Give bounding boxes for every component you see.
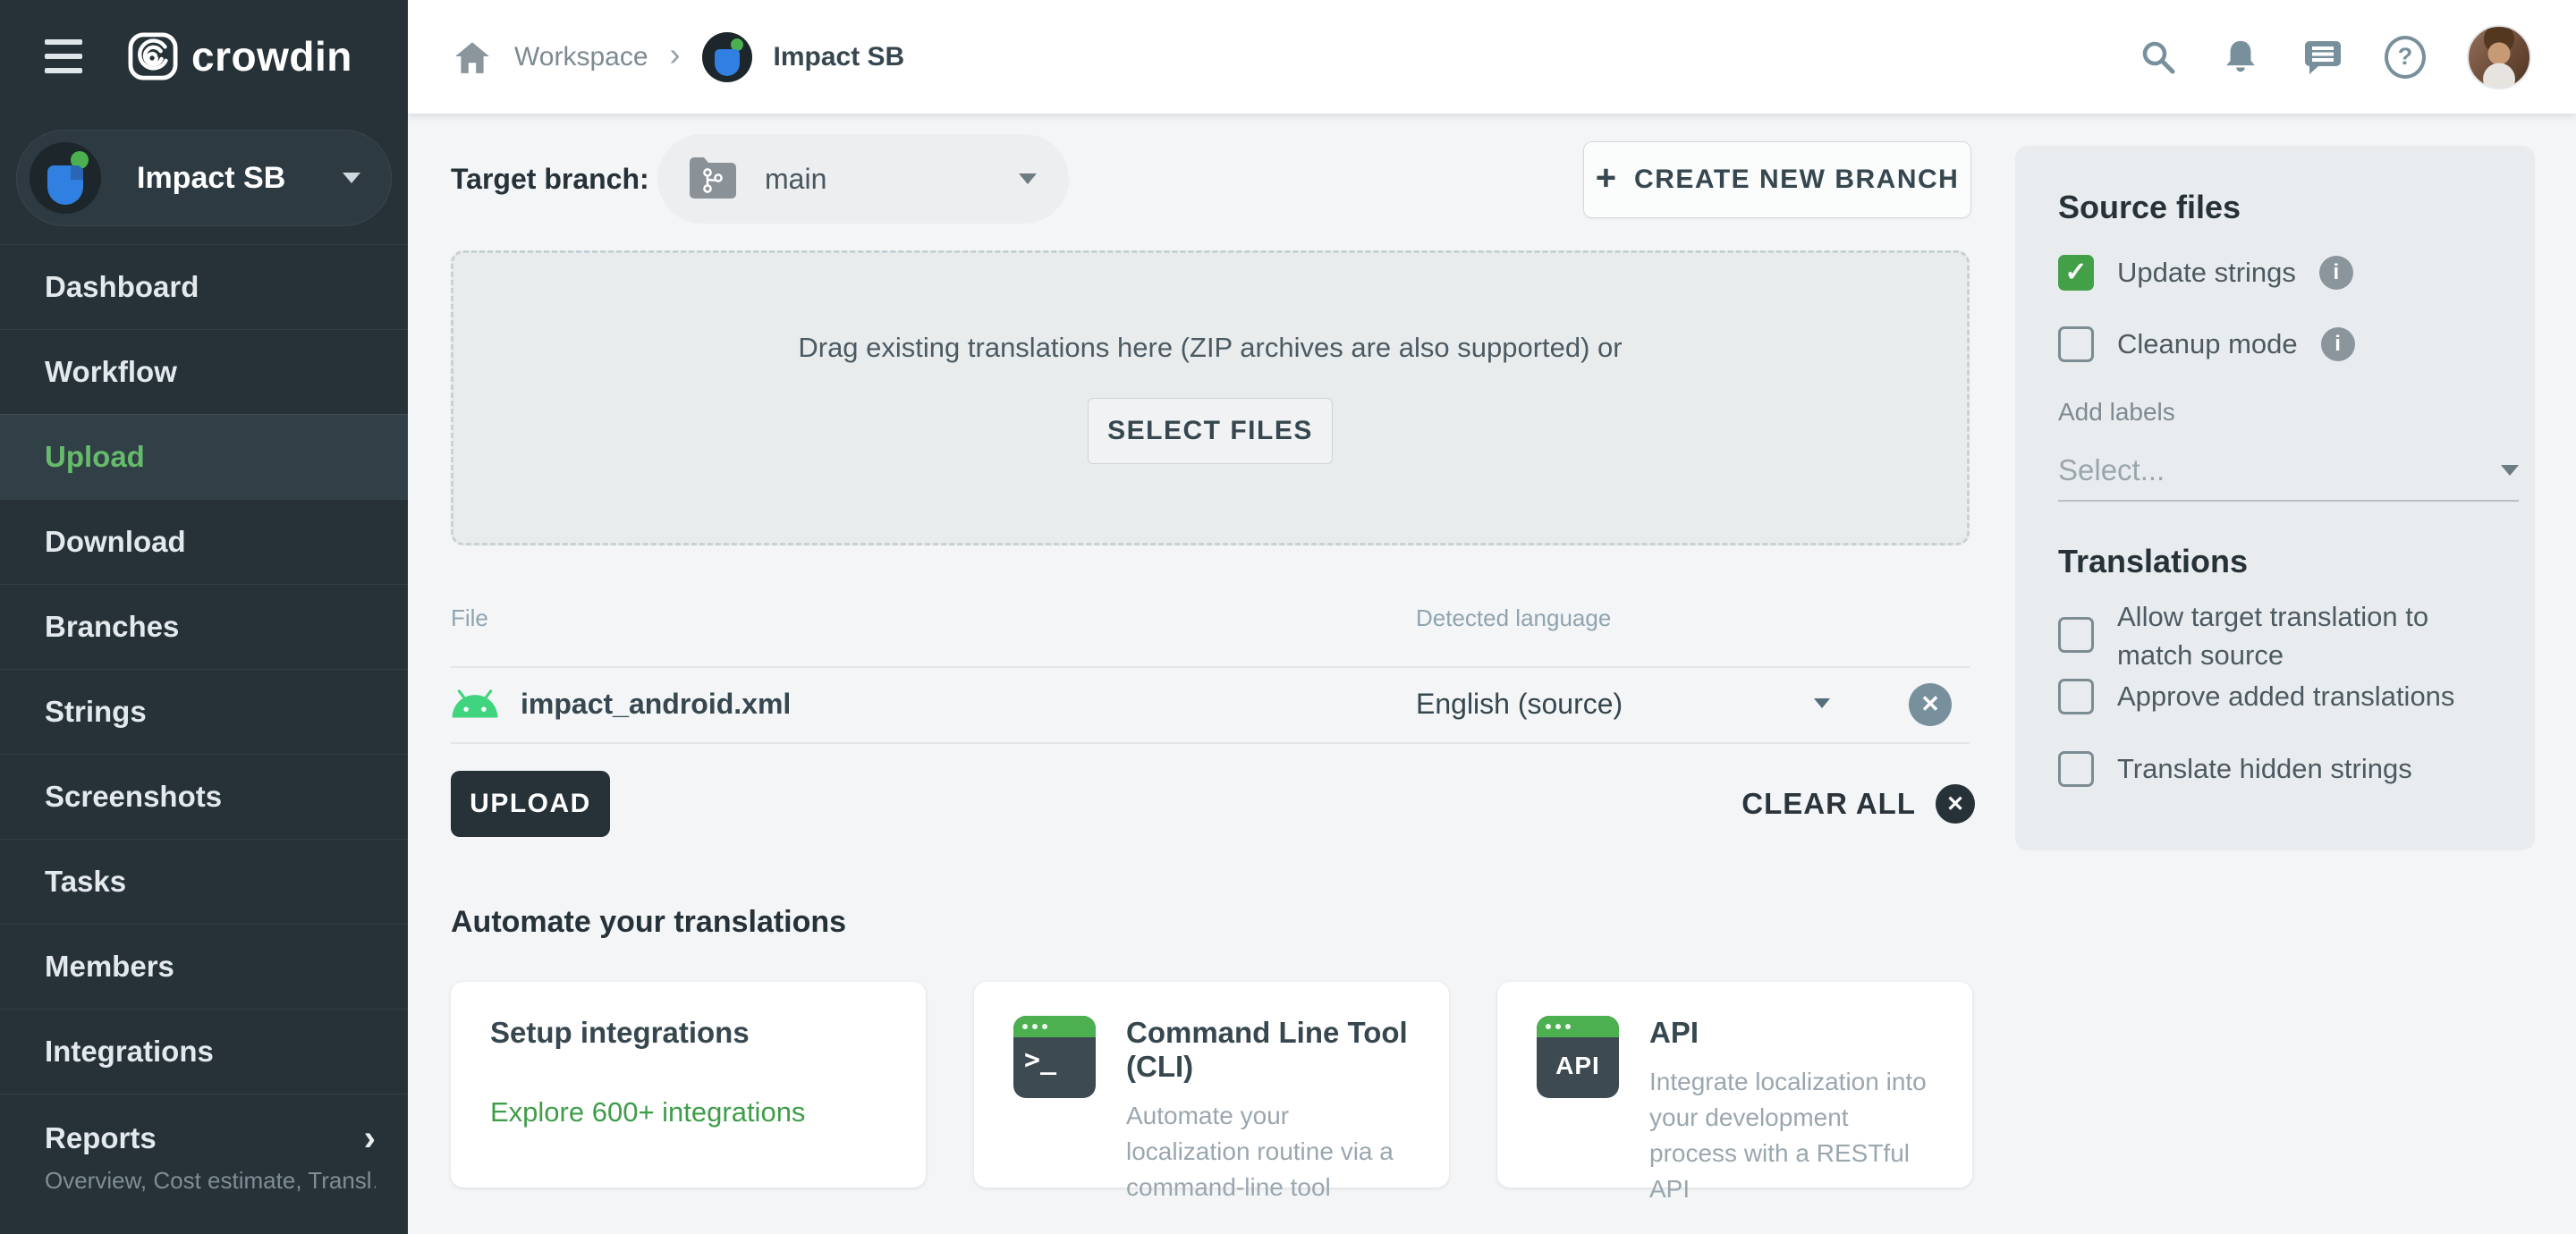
chevron-down-icon (343, 173, 360, 183)
allow-match-source-checkbox[interactable] (2058, 617, 2094, 653)
automation-cards: Setup integrations Explore 600+ integrat… (451, 982, 1972, 1203)
translate-hidden-checkbox[interactable] (2058, 750, 2094, 787)
cleanup-mode-checkbox[interactable] (2058, 325, 2094, 362)
breadcrumb-separator-icon: › (669, 35, 681, 72)
chevron-down-icon (2501, 465, 2519, 476)
search-icon[interactable] (2138, 37, 2179, 78)
api-icon: API (1537, 1016, 1619, 1098)
help-icon[interactable]: ? (2385, 35, 2426, 79)
sidebar-item-tasks[interactable]: Tasks (0, 839, 408, 924)
sidebar-item-screenshots[interactable]: Screenshots (0, 754, 408, 839)
breadcrumb: Workspace › Impact SB (452, 31, 905, 82)
sidebar-item-reports[interactable]: Reports › Overview, Cost estimate, Trans… (0, 1094, 408, 1221)
dropzone-text: Drag existing translations here (ZIP arc… (798, 332, 1623, 363)
sidebar-item-download[interactable]: Download (0, 499, 408, 584)
explore-integrations-link[interactable]: Explore 600+ integrations (490, 1096, 805, 1128)
sidebar-item-strings[interactable]: Strings (0, 669, 408, 754)
sidebar-item-branches[interactable]: Branches (0, 584, 408, 669)
chevron-down-icon (1019, 173, 1037, 184)
option-cleanup-mode: Cleanup mode i (2058, 325, 2355, 363)
select-files-button[interactable]: SELECT FILES (1088, 398, 1333, 464)
crowdin-wordmark: crowdin (191, 33, 352, 80)
translations-title: Translations (2058, 543, 2249, 579)
breadcrumb-workspace[interactable]: Workspace (514, 42, 648, 72)
column-header-detected-language: Detected language (1416, 604, 1612, 631)
card-setup-integrations: Setup integrations Explore 600+ integrat… (451, 982, 926, 1188)
labels-select-placeholder: Select... (2058, 453, 2165, 486)
user-avatar[interactable] (2467, 24, 2531, 89)
approve-added-checkbox[interactable] (2058, 678, 2094, 714)
labels-select[interactable]: Select... (2058, 441, 2519, 502)
card-cli[interactable]: >_ Command Line Tool (CLI) Automate your… (974, 982, 1449, 1201)
messages-icon[interactable] (2302, 37, 2343, 78)
table-row: impact_android.xml English (source) ✕ (451, 666, 1970, 742)
card-description: Automate your localization routine via a… (1126, 1102, 1394, 1201)
breadcrumb-project[interactable]: Impact SB (774, 42, 905, 72)
card-title: Command Line Tool (CLI) (1126, 1016, 1408, 1083)
divider (451, 742, 1970, 744)
sidebar: crowdin Impact SB Dashboard Workflow Upl… (0, 0, 408, 1234)
file-name: impact_android.xml (521, 688, 792, 720)
column-header-file: File (451, 604, 488, 631)
option-update-strings: ✓ Update strings i (2058, 253, 2353, 292)
breadcrumb-project-avatar (701, 31, 752, 82)
language-select[interactable]: English (source) (1416, 688, 1623, 721)
project-name: Impact SB (137, 160, 286, 195)
sidebar-item-upload[interactable]: Upload (0, 414, 408, 499)
topbar: Workspace › Impact SB ? (408, 0, 2576, 114)
remove-file-button[interactable]: ✕ (1909, 682, 1952, 726)
branch-select[interactable]: main (657, 134, 1069, 224)
option-translate-hidden: Translate hidden strings (2058, 749, 2412, 788)
card-title: Setup integrations (490, 1016, 750, 1049)
card-api[interactable]: API API Integrate localization into your… (1497, 982, 1972, 1203)
plus-icon: + (1595, 158, 1617, 198)
android-icon (451, 689, 499, 720)
topbar-actions: ? (2138, 24, 2531, 89)
chevron-right-icon: › (363, 1119, 376, 1158)
info-icon[interactable]: i (2320, 326, 2355, 361)
clear-all-x-icon: ✕ (1936, 784, 1975, 824)
card-description: Integrate localization into your develop… (1649, 1068, 1927, 1203)
notifications-bell-icon[interactable] (2220, 37, 2261, 78)
crowdin-logo-icon (127, 32, 179, 80)
card-title: API (1649, 1016, 1699, 1049)
upload-options-panel: Source files ✓ Update strings i Cleanup … (2015, 146, 2535, 850)
branch-select-value: main (765, 162, 827, 195)
sidebar-nav: Dashboard Workflow Upload Download Branc… (0, 244, 408, 1221)
hamburger-menu-icon[interactable] (45, 39, 82, 73)
option-approve-added: Approve added translations (2058, 677, 2454, 715)
automate-section-title: Automate your translations (451, 905, 847, 939)
file-dropzone[interactable]: Drag existing translations here (ZIP arc… (451, 250, 1970, 545)
home-icon[interactable] (452, 37, 493, 78)
crowdin-logo[interactable]: crowdin (127, 32, 352, 80)
add-labels-label: Add labels (2058, 398, 2175, 426)
sidebar-item-integrations[interactable]: Integrations (0, 1009, 408, 1094)
source-files-title: Source files (2058, 189, 2241, 225)
sidebar-item-dashboard[interactable]: Dashboard (0, 244, 408, 329)
create-new-branch-button[interactable]: + CREATE NEW BRANCH (1583, 141, 1971, 218)
reports-subtitle: Overview, Cost estimate, Transl… (45, 1167, 376, 1194)
clear-all-button[interactable]: CLEAR ALL ✕ (1741, 777, 1975, 831)
update-strings-checkbox[interactable]: ✓ (2058, 254, 2094, 291)
main-content: Target branch: main + CREATE NEW BRANCH … (408, 114, 2576, 1234)
upload-button[interactable]: UPLOAD (451, 771, 610, 837)
option-allow-match-source: Allow target translation to match source (2058, 597, 2502, 674)
chevron-down-icon[interactable] (1814, 698, 1830, 708)
project-avatar (30, 142, 101, 214)
terminal-icon: >_ (1013, 1016, 1096, 1098)
target-branch-label: Target branch: (451, 163, 649, 195)
branch-folder-icon (684, 155, 741, 203)
info-icon[interactable]: i (2318, 255, 2353, 290)
sidebar-item-members[interactable]: Members (0, 924, 408, 1009)
sidebar-item-workflow[interactable]: Workflow (0, 329, 408, 414)
project-switcher[interactable]: Impact SB (16, 130, 392, 226)
